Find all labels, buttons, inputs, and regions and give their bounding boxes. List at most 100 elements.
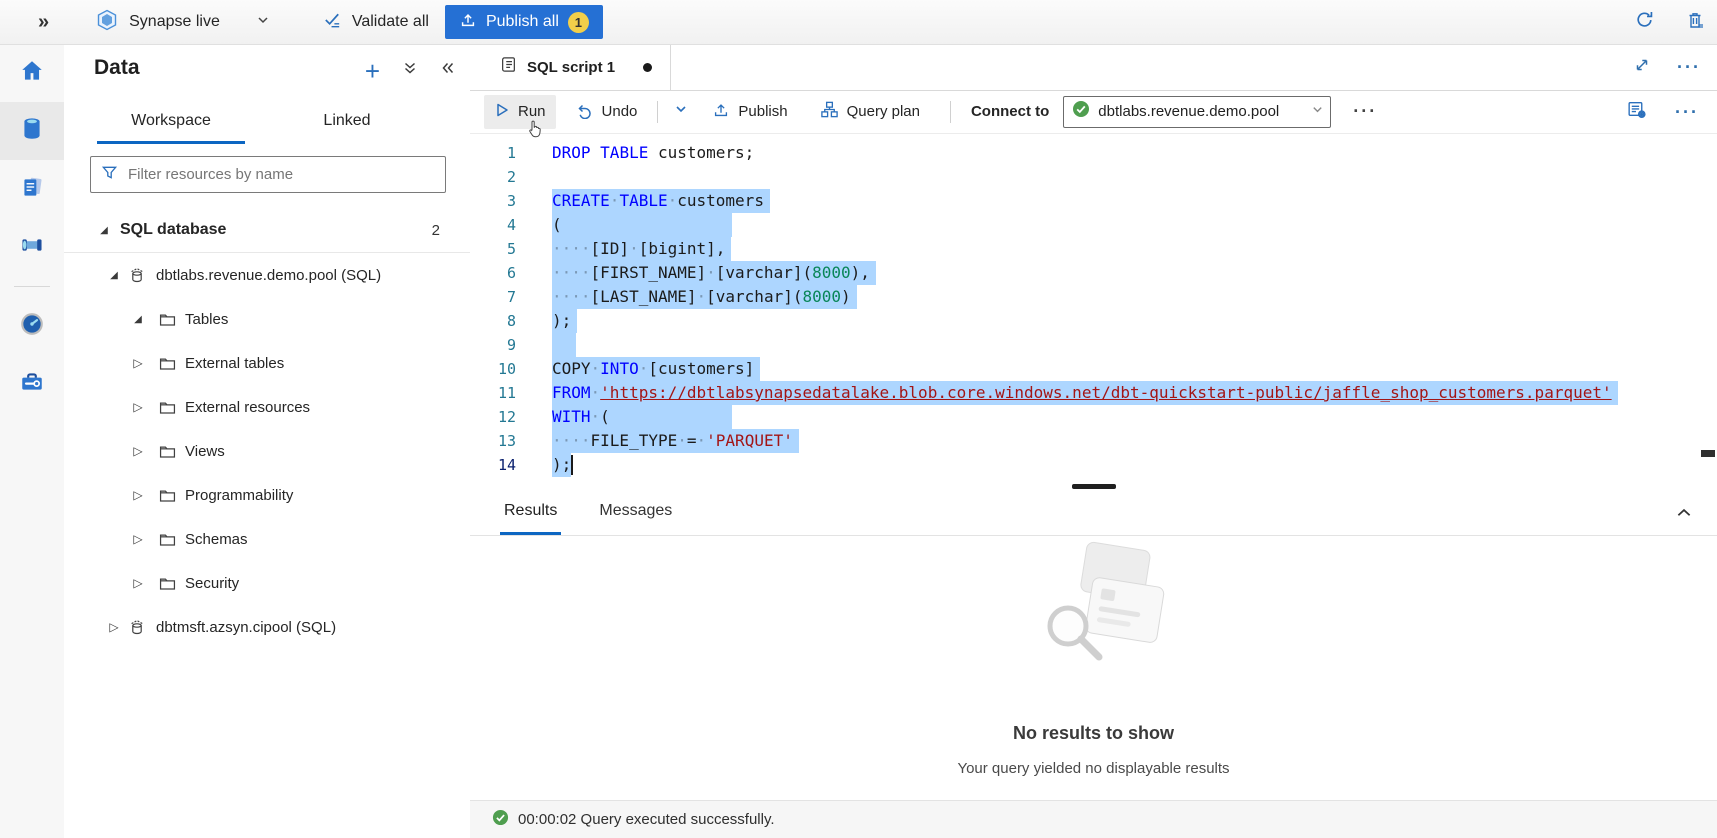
code-line-5[interactable]: 5····[ID]·[bigint], xyxy=(470,237,1717,261)
collapse-results-icon[interactable] xyxy=(1675,504,1693,527)
tree-item-tables[interactable]: ◢Tables xyxy=(64,297,470,341)
view-settings-icon[interactable] xyxy=(1626,99,1647,125)
splitter-handle[interactable] xyxy=(1072,484,1116,489)
tab-more-actions-icon[interactable]: ··· xyxy=(1677,57,1701,78)
tree-item-count: 2 xyxy=(432,222,440,239)
folder-icon xyxy=(158,398,177,417)
tree-item-programmability[interactable]: ▷Programmability xyxy=(64,473,470,517)
chevron-down-icon[interactable] xyxy=(256,13,270,32)
undo-split-chevron-icon[interactable] xyxy=(668,96,694,127)
page-title: Data xyxy=(94,56,140,80)
line-number: 3 xyxy=(470,189,536,213)
code-line-10[interactable]: 10COPY·INTO·[customers] xyxy=(470,357,1717,381)
tab-messages[interactable]: Messages xyxy=(595,502,676,535)
expand-node-icon[interactable]: ▷ xyxy=(106,620,122,634)
publish-button[interactable]: Publish xyxy=(702,94,797,130)
tree-item-schemas[interactable]: ▷Schemas xyxy=(64,517,470,561)
tree-item-external-tables[interactable]: ▷ External tables xyxy=(64,341,470,385)
query-plan-label: Query plan xyxy=(847,103,920,120)
code-line-8[interactable]: 8); xyxy=(470,309,1717,333)
code-line-9[interactable]: 9 xyxy=(470,333,1717,357)
tree-item-dbtmsft-azsyn-cipool-sql[interactable]: ▷dbtmsft.azsyn.cipool (SQL) xyxy=(64,605,470,649)
expand-node-icon[interactable]: ▷ xyxy=(130,576,146,590)
code-line-7[interactable]: 7····[LAST_NAME]·[varchar](8000) xyxy=(470,285,1717,309)
discard-trash-icon[interactable] xyxy=(1685,10,1705,35)
run-button[interactable]: Run xyxy=(484,95,556,129)
filter-input[interactable] xyxy=(126,165,437,184)
publish-upload-icon xyxy=(712,101,730,123)
code-line-12[interactable]: 12WITH·( xyxy=(470,405,1717,429)
publish-all-button[interactable]: Publish all 1 xyxy=(445,5,603,39)
tree-item-sql-database[interactable]: ◢SQL database2 xyxy=(64,208,470,253)
tree-item-label: External tables xyxy=(185,355,284,372)
filter-box xyxy=(90,156,446,193)
connect-to-label: Connect to xyxy=(971,103,1049,120)
tree-item-external-resources[interactable]: ▷External resources xyxy=(64,385,470,429)
collapse-panel-icon[interactable] xyxy=(440,60,456,81)
line-number: 1 xyxy=(470,141,536,165)
code-line-11[interactable]: 11FROM·'https://dbtlabsynapsedatalake.bl… xyxy=(470,381,1717,405)
collapse-node-icon[interactable]: ◢ xyxy=(96,225,112,236)
editor-more-actions-icon[interactable]: ··· xyxy=(1675,102,1699,123)
rail-item-monitor[interactable] xyxy=(0,297,64,355)
code-line-6[interactable]: 6····[FIRST_NAME]·[varchar](8000), xyxy=(470,261,1717,285)
add-resource-button[interactable]: + xyxy=(365,61,380,81)
rail-item-data[interactable] xyxy=(0,102,64,160)
query-plan-button[interactable]: Query plan xyxy=(810,93,930,130)
expand-node-icon[interactable]: ▷ xyxy=(130,400,146,414)
results-tab-bar: Results Messages xyxy=(470,492,1717,536)
collapse-node-icon[interactable]: ◢ xyxy=(106,270,122,281)
tree-item-label: dbtlabs.revenue.demo.pool (SQL) xyxy=(156,267,381,284)
code-editor[interactable]: 1DROP TABLE customers;23CREATE·TABLE·cus… xyxy=(470,134,1717,482)
publish-label: Publish xyxy=(738,103,787,120)
results-splitter[interactable] xyxy=(470,482,1717,492)
line-number: 5 xyxy=(470,237,536,261)
run-play-icon xyxy=(494,102,510,122)
sql-script-icon xyxy=(498,55,517,79)
mouse-hand-cursor xyxy=(526,119,543,142)
tree-item-dbtlabs-revenue-demo-pool-sql[interactable]: ◢ dbtlabs.revenue.demo.pool (SQL) xyxy=(64,253,470,297)
line-number: 13 xyxy=(470,429,536,453)
collapse-node-icon[interactable]: ◢ xyxy=(130,314,146,325)
refresh-icon[interactable] xyxy=(1634,9,1655,35)
rail-item-manage[interactable] xyxy=(0,355,64,413)
tab-results[interactable]: Results xyxy=(500,502,561,535)
monitor-icon xyxy=(19,311,45,342)
collapse-all-icon[interactable] xyxy=(402,60,418,81)
folder-icon xyxy=(158,354,177,373)
data-icon xyxy=(19,116,45,147)
tree-item-views[interactable]: ▷Views xyxy=(64,429,470,473)
line-number: 12 xyxy=(470,405,536,429)
toolbar-more-icon[interactable]: ··· xyxy=(1353,101,1377,122)
code-line-3[interactable]: 3CREATE·TABLE·customers xyxy=(470,189,1717,213)
tab-sql-script-1[interactable]: SQL script 1 xyxy=(480,44,671,90)
code-line-2[interactable]: 2 xyxy=(470,165,1717,189)
editor-toolbar: Run Undo Publish xyxy=(470,90,1717,134)
workspace-mode-selector[interactable]: Synapse live xyxy=(95,8,270,37)
expand-node-icon[interactable]: ▷ xyxy=(130,532,146,546)
expand-editor-icon[interactable] xyxy=(1633,56,1651,79)
rail-item-integrate[interactable] xyxy=(0,218,64,276)
rail-item-home[interactable] xyxy=(0,44,64,102)
workspace-mode-label: Synapse live xyxy=(129,13,220,31)
tree-item-label: Security xyxy=(185,575,239,592)
expand-commands-icon[interactable]: » xyxy=(38,11,49,34)
code-line-14[interactable]: 14); xyxy=(470,453,1717,477)
code-line-13[interactable]: 13····FILE_TYPE·=·'PARQUET' xyxy=(470,429,1717,453)
code-line-4[interactable]: 4( xyxy=(470,213,1717,237)
expand-node-icon[interactable]: ▷ xyxy=(130,444,146,458)
connect-to-dropdown[interactable]: dbtlabs.revenue.demo.pool xyxy=(1063,96,1331,128)
tab-workspace[interactable]: Workspace xyxy=(97,104,245,144)
tab-linked[interactable]: Linked xyxy=(273,104,421,144)
rail-item-develop[interactable] xyxy=(0,160,64,218)
publish-all-label: Publish all xyxy=(486,13,559,31)
expand-node-icon[interactable]: ▷ xyxy=(130,488,146,502)
code-line-1[interactable]: 1DROP TABLE customers; xyxy=(470,141,1717,165)
undo-button[interactable]: Undo xyxy=(566,94,648,130)
divider xyxy=(950,101,951,123)
expand-node-icon[interactable]: ▷ xyxy=(130,356,146,370)
tree-item-security[interactable]: ▷ Security xyxy=(64,561,470,605)
success-check-icon xyxy=(492,809,509,831)
home-icon xyxy=(19,58,45,89)
validate-all-button[interactable]: Validate all xyxy=(322,9,429,35)
